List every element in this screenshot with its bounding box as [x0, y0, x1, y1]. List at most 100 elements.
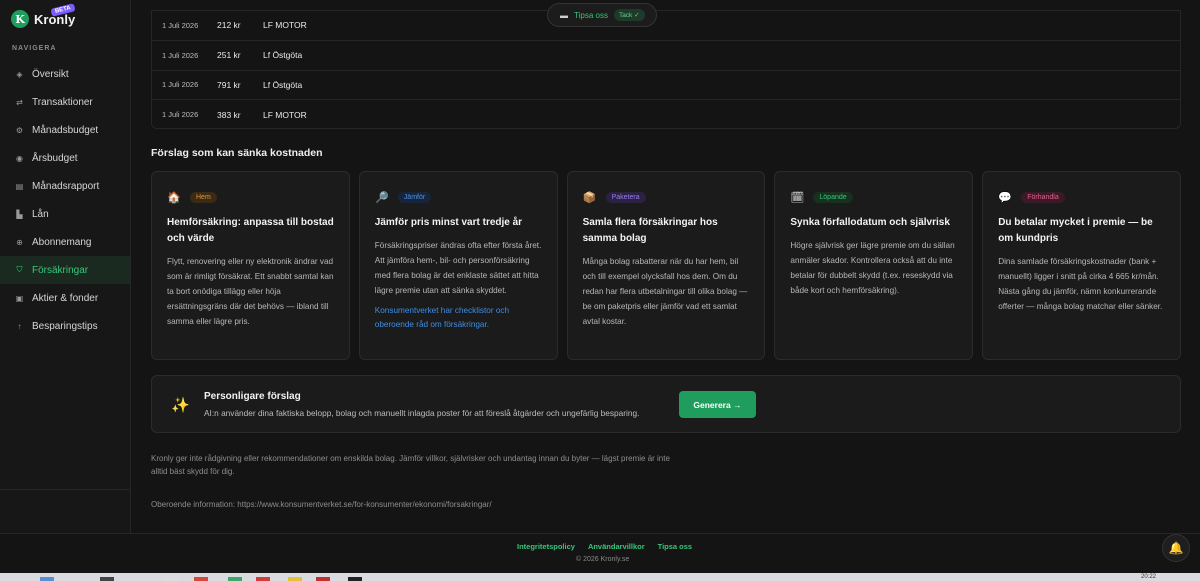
table-row[interactable]: 1 Juli 2026 383 kr LF MOTOR [152, 99, 1180, 129]
suggestion-card-hem: 🏠 Hem Hemförsäkring: anpassa till bostad… [151, 171, 350, 360]
sidebar-item-label: Transaktioner [32, 96, 93, 108]
sidebar-divider [0, 489, 130, 490]
taskbar-app-icon[interactable] [194, 577, 208, 581]
house-icon: 🏠 [167, 191, 181, 204]
generate-button[interactable]: Generera → [679, 391, 756, 418]
thanks-badge: Tack ✓ [613, 9, 645, 21]
taskbar-app-icon[interactable] [316, 577, 330, 581]
sidebar-item-label: Översikt [32, 68, 69, 80]
speech-bubble-icon: 💬 [998, 191, 1013, 204]
sidebar-item-aktier-fonder[interactable]: ▣ Aktier & fonder [0, 284, 130, 312]
sidebar-item-oversikt[interactable]: ◈ Översikt [0, 60, 130, 88]
tx-amount: 791 kr [217, 79, 241, 90]
table-row[interactable]: 1 Juli 2026 251 kr Lf Östgöta [152, 39, 1180, 70]
konsumentverket-link[interactable]: Konsumentverket har checklistor och ober… [375, 304, 542, 332]
privacy-policy-link[interactable]: Integritetspolicy [517, 542, 575, 551]
os-taskbar: 20:22 [0, 573, 1200, 581]
card-body: Försäkringspriser ändras ofta efter förs… [374, 241, 542, 295]
sidebar-item-label: Försäkringar [32, 264, 89, 276]
disclaimer: Kronly ger inte rådgivning eller rekomme… [151, 454, 670, 476]
suggestion-card-forhandla: 💬 Förhandla Du betalar mycket i premie —… [982, 171, 1181, 360]
tx-merchant: Lf Östgöta [263, 79, 303, 90]
yearly-budget-icon: ◉ [16, 153, 23, 163]
sidebar-item-arsbudget[interactable]: ◉ Årsbudget [0, 144, 130, 172]
sidebar-nav: ◈ Översikt ⇄ Transaktioner ⚙ Månadsbudge… [0, 60, 130, 340]
card-body: Flytt, renovering eller ny elektronik än… [167, 257, 334, 326]
tx-date: 1 Juli 2026 [162, 50, 199, 60]
taskbar-app-icon[interactable] [164, 577, 178, 581]
magnifier-icon: 🔎 [374, 191, 389, 204]
suggestion-card-paketera: 📦 Paketera Samla flera försäkringar hos … [566, 171, 766, 360]
sidebar-item-label: Månadsbudget [32, 124, 99, 136]
feedback-link[interactable]: Tipsa oss [658, 542, 692, 551]
taskbar-app-icon[interactable] [40, 577, 54, 581]
tx-merchant: LF MOTOR [263, 20, 307, 31]
tx-merchant: Lf Östgöta [263, 50, 303, 61]
card-tag: Jämför [397, 191, 432, 203]
sidebar: K Kronly BETA NAVIGERA ◈ Översikt ⇄ Tran… [0, 0, 131, 533]
feedback-pill[interactable]: ▬ Tipsa oss Tack ✓ [547, 3, 657, 27]
table-row[interactable]: 1 Juli 2026 212 kr LF MOTOR [152, 10, 1180, 40]
logo-icon: K [11, 10, 29, 28]
footer-links: Integritetspolicy Användarvillkor Tipsa … [517, 542, 705, 551]
table-row[interactable]: 1 Juli 2026 791 kr Lf Östgöta [152, 69, 1180, 100]
ai-panel-title: Personligare förslag [204, 391, 301, 402]
tx-date: 1 Juli 2026 [162, 110, 199, 120]
sidebar-item-label: Aktier & fonder [32, 292, 99, 304]
nav-heading: NAVIGERA [12, 45, 57, 52]
subscription-icon: ⊕ [16, 237, 23, 247]
card-body: Många bolag rabatterar när du har hem, b… [582, 257, 748, 326]
loan-icon: ▙ [16, 209, 23, 219]
brand-logo[interactable]: K Kronly BETA [11, 3, 76, 28]
copyright: © 2026 Kronly.se [576, 556, 630, 563]
overview-icon: ◈ [16, 69, 23, 79]
card-tag: Löpande [813, 191, 853, 203]
taskbar-app-icon[interactable] [256, 577, 270, 581]
sidebar-item-lan[interactable]: ▙ Lån [0, 200, 130, 228]
arrow-up-icon: ↑ [17, 321, 22, 331]
card-title: Synka förfallodatum och självrisk [790, 217, 950, 228]
chat-icon: ▬ [560, 10, 568, 20]
insurance-transactions-table: 1 Juli 2026 212 kr LF MOTOR 1 Juli 2026 … [151, 10, 1181, 129]
source-info: Oberoende information: https://www.konsu… [151, 500, 492, 509]
suggestion-cards: 🏠 Hem Hemförsäkring: anpassa till bostad… [151, 171, 1181, 360]
sidebar-item-manadsrapport[interactable]: ▤ Månadsrapport [0, 172, 130, 200]
bell-icon[interactable]: 🔔 [1162, 534, 1190, 562]
shield-icon: ⛉ [16, 265, 23, 274]
sidebar-item-abonnemang[interactable]: ⊕ Abonnemang [0, 228, 130, 256]
footer: Integritetspolicy Användarvillkor Tipsa … [0, 533, 1200, 573]
ai-panel-text: AI:n använder dina faktiska belopp, bola… [204, 408, 640, 418]
feedback-label: Tipsa oss [574, 10, 608, 20]
taskbar-app-icon[interactable] [348, 577, 362, 581]
suggestion-card-lopande: 🗓 Löpande Synka förfallodatum och självr… [774, 171, 974, 360]
tx-date: 1 Juli 2026 [162, 80, 199, 90]
sidebar-item-forsakringar[interactable]: ⛉ Försäkringar [0, 256, 130, 284]
taskbar-app-icon[interactable] [100, 577, 114, 581]
terms-link[interactable]: Användarvillkor [588, 542, 645, 551]
sidebar-item-label: Månadsrapport [32, 180, 100, 192]
card-tag: Paketera [605, 191, 646, 203]
card-title: Samla flera försäkringar hos samma bolag [582, 217, 718, 244]
taskbar-clock: 20:22 [1141, 574, 1157, 580]
sidebar-item-manadsbudget[interactable]: ⚙ Månadsbudget [0, 116, 130, 144]
card-body: Högre självrisk ger lägre premie om du s… [790, 241, 955, 295]
card-body: Dina samlade försäkringskostnader (bank … [998, 257, 1163, 311]
card-tag: Hem [190, 191, 217, 203]
sidebar-item-label: Lån [32, 208, 49, 220]
monthly-budget-icon: ⚙ [15, 125, 24, 135]
card-title: Hemförsäkring: anpassa till bostad och v… [167, 217, 334, 244]
sidebar-item-transaktioner[interactable]: ⇄ Transaktioner [0, 88, 130, 116]
sparkles-icon: ✨ [171, 397, 190, 414]
sidebar-item-besparingstips[interactable]: ↑ Besparingstips [0, 312, 130, 340]
report-icon: ▤ [15, 181, 24, 191]
sidebar-item-label: Årsbudget [32, 152, 78, 164]
package-icon: 📦 [582, 191, 597, 204]
tx-date: 1 Juli 2026 [162, 20, 199, 30]
taskbar-app-icon[interactable] [228, 577, 242, 581]
suggestions-title: Förslag som kan sänka kostnaden [151, 147, 323, 159]
card-title: Du betalar mycket i premie — be om kundp… [998, 217, 1153, 244]
suggestion-card-jamfor: 🔎 Jämför Jämför pris minst vart tredje å… [358, 171, 558, 360]
tx-amount: 251 kr [217, 50, 241, 61]
taskbar-app-icon[interactable] [288, 577, 302, 581]
calendar-icon: 🗓 [790, 191, 805, 204]
